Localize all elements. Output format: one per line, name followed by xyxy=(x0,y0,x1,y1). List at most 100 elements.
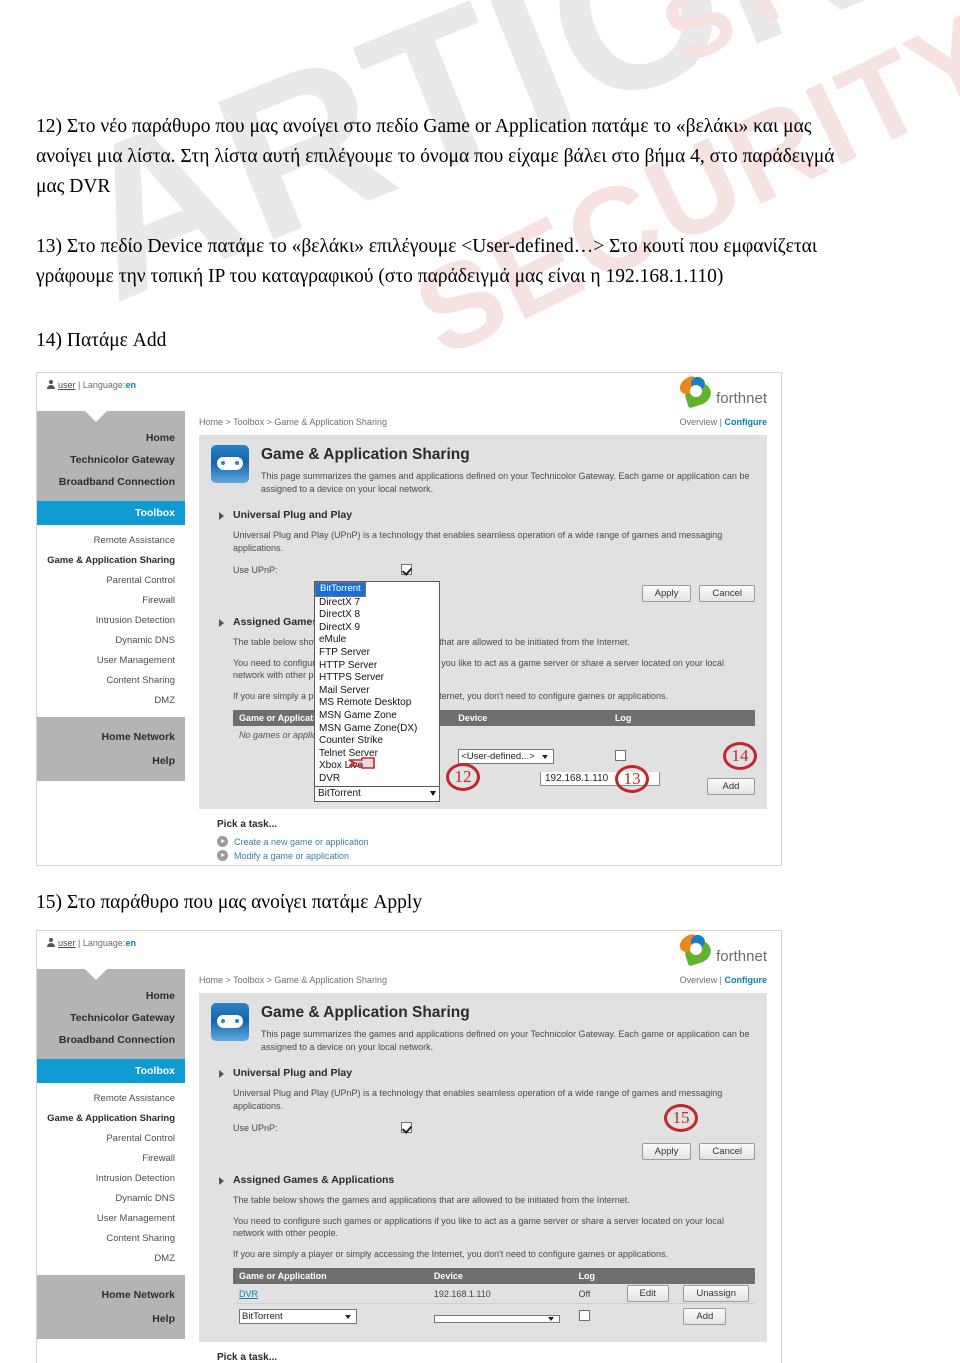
sidebar-item-content-sharing[interactable]: Content Sharing xyxy=(37,1229,175,1249)
sidebar-item-game-application-sharing[interactable]: Game & Application Sharing xyxy=(37,1109,175,1129)
dropdown-option-msn-game-zone-dx[interactable]: MSN Game Zone(DX) xyxy=(315,723,439,736)
dropdown-option-telnet-server[interactable]: Telnet Server xyxy=(315,748,439,761)
sidebar-item-remote-assistance[interactable]: Remote Assistance xyxy=(37,531,175,551)
dropdown-option-bittorrent[interactable]: BitTorrent xyxy=(315,582,366,597)
use-upnp-checkbox[interactable] xyxy=(401,564,412,575)
view-overview-link[interactable]: Overview xyxy=(680,975,718,985)
dropdown-option-ms-remote-desktop[interactable]: MS Remote Desktop xyxy=(315,697,439,710)
apply-button[interactable]: Apply xyxy=(641,1143,692,1160)
dropdown-option-directx-8[interactable]: DirectX 8 xyxy=(315,609,439,622)
table-empty-row: No games or applications assigned. xyxy=(233,726,755,744)
dropdown-option-http-server[interactable]: HTTP Server xyxy=(315,660,439,673)
dropdown-option-mail-server[interactable]: Mail Server xyxy=(315,685,439,698)
edit-button[interactable]: Edit xyxy=(626,1285,669,1302)
game-application-select-closed[interactable]: BitTorrent xyxy=(315,785,439,802)
chevron-down-icon xyxy=(430,791,436,796)
task-modify-game-link[interactable]: Modify a game or application xyxy=(234,851,349,861)
sidebar-item-toolbox[interactable]: Toolbox xyxy=(37,1059,185,1083)
language-value[interactable]: en xyxy=(125,380,136,390)
watermark-systems: SYSTEMS xyxy=(645,0,960,87)
row-game-link[interactable]: DVR xyxy=(239,1289,258,1299)
dropdown-option-dvr[interactable]: DVR xyxy=(315,773,439,786)
sidebar-item-technicolor-gateway[interactable]: Technicolor Gateway xyxy=(37,449,175,471)
add-button[interactable]: Add xyxy=(707,778,755,795)
forthnet-swoosh-icon xyxy=(676,374,714,409)
device-select[interactable]: <User-defined...> xyxy=(458,749,555,764)
sidebar-item-intrusion-detection[interactable]: Intrusion Detection xyxy=(37,611,175,631)
sidebar-item-home[interactable]: Home xyxy=(37,985,175,1007)
table-add-row: BitTorrent Add xyxy=(233,1304,755,1329)
sidebar-item-remote-assistance[interactable]: Remote Assistance xyxy=(37,1089,175,1109)
sidebar-item-parental-control[interactable]: Parental Control xyxy=(37,1129,175,1149)
sidebar-item-user-management[interactable]: User Management xyxy=(37,1209,175,1229)
breadcrumb-bar: Home > Toolbox > Game & Application Shar… xyxy=(199,969,767,993)
assigned-p2: You need to configure such games or appl… xyxy=(233,1215,724,1239)
game-application-dropdown-open[interactable]: BitTorrent DirectX 7 DirectX 8 DirectX 9… xyxy=(314,581,440,803)
table-row: DVR 192.168.1.110 Off Edit Unassign xyxy=(233,1284,755,1304)
step-14-paragraph: 14) Πατάμε Add xyxy=(36,330,167,351)
breadcrumb[interactable]: Home > Toolbox > Game & Application Shar… xyxy=(199,417,387,427)
sidebar-item-dynamic-dns[interactable]: Dynamic DNS xyxy=(37,1189,175,1209)
add-row-game-select[interactable]: BitTorrent xyxy=(239,1309,357,1324)
cancel-button[interactable]: Cancel xyxy=(699,1143,755,1160)
view-overview-link[interactable]: Overview xyxy=(680,417,718,427)
topbar-separator: | xyxy=(78,938,81,948)
view-configure-link[interactable]: Configure xyxy=(725,975,768,985)
sidebar-item-broadband-connection[interactable]: Broadband Connection xyxy=(37,471,175,493)
assigned-heading: Assigned Games & Applications xyxy=(233,616,755,628)
task-modify-game[interactable]: Modify a game or application xyxy=(217,850,767,861)
sidebar-item-help[interactable]: Help xyxy=(37,749,175,773)
column-device: Device xyxy=(427,1268,573,1284)
assigned-table: Game or Application Device Log No games … xyxy=(233,710,755,768)
user-link[interactable]: user xyxy=(58,380,76,390)
sidebar-item-firewall[interactable]: Firewall xyxy=(37,1149,175,1169)
dropdown-option-msn-game-zone[interactable]: MSN Game Zone xyxy=(315,710,439,723)
dropdown-option-ftp-server[interactable]: FTP Server xyxy=(315,647,439,660)
dropdown-option-https-server[interactable]: HTTPS Server xyxy=(315,672,439,685)
sidebar-item-parental-control[interactable]: Parental Control xyxy=(37,571,175,591)
log-checkbox[interactable] xyxy=(614,750,626,761)
dropdown-option-counter-strike[interactable]: Counter Strike xyxy=(315,735,439,748)
assigned-section: Assigned Games & Applications The table … xyxy=(233,616,755,795)
page-title: Game & Application Sharing xyxy=(261,446,470,463)
add-row-spacer-cell xyxy=(621,1304,678,1329)
add-row-device-select[interactable] xyxy=(433,1314,560,1323)
sidebar-item-content-sharing[interactable]: Content Sharing xyxy=(37,671,175,691)
use-upnp-checkbox[interactable] xyxy=(401,1122,412,1133)
sidebar-toolbox-submenu: Remote Assistance Game & Application Sha… xyxy=(37,525,185,717)
sidebar-item-game-application-sharing[interactable]: Game & Application Sharing xyxy=(37,551,175,571)
user-icon xyxy=(47,380,55,389)
sidebar-item-help[interactable]: Help xyxy=(37,1307,175,1331)
dropdown-option-directx-9[interactable]: DirectX 9 xyxy=(315,622,439,635)
unassign-button[interactable]: Unassign xyxy=(683,1285,749,1302)
task-create-game-link[interactable]: Create a new game or application xyxy=(234,837,369,847)
sidebar-item-technicolor-gateway[interactable]: Technicolor Gateway xyxy=(37,1007,175,1029)
dropdown-option-xbox-live[interactable]: Xbox Live xyxy=(315,760,439,773)
breadcrumb[interactable]: Home > Toolbox > Game & Application Shar… xyxy=(199,975,387,985)
add-button[interactable]: Add xyxy=(683,1308,727,1325)
cancel-button[interactable]: Cancel xyxy=(699,585,755,602)
dropdown-option-emule[interactable]: eMule xyxy=(315,634,439,647)
forthnet-wordmark: forthnet xyxy=(716,948,767,965)
sidebar-item-home-network[interactable]: Home Network xyxy=(37,1283,175,1307)
apply-button[interactable]: Apply xyxy=(641,585,692,602)
sidebar-item-dynamic-dns[interactable]: Dynamic DNS xyxy=(37,631,175,651)
sidebar-item-dmz[interactable]: DMZ xyxy=(37,691,175,711)
sidebar-item-firewall[interactable]: Firewall xyxy=(37,591,175,611)
view-configure-link[interactable]: Configure xyxy=(725,417,768,427)
sidebar-item-user-management[interactable]: User Management xyxy=(37,651,175,671)
sidebar-item-dmz[interactable]: DMZ xyxy=(37,1249,175,1269)
task-create-game[interactable]: Create a new game or application xyxy=(217,836,767,847)
dropdown-option-directx-7[interactable]: DirectX 7 xyxy=(315,597,439,610)
sidebar-item-home-network[interactable]: Home Network xyxy=(37,725,175,749)
sidebar-item-broadband-connection[interactable]: Broadband Connection xyxy=(37,1029,175,1051)
sidebar-item-intrusion-detection[interactable]: Intrusion Detection xyxy=(37,1169,175,1189)
sidebar-top-group: Home Technicolor Gateway Broadband Conne… xyxy=(37,969,185,1059)
add-row-log-cell xyxy=(573,1304,621,1329)
language-value[interactable]: en xyxy=(125,938,136,948)
user-link[interactable]: user xyxy=(58,938,76,948)
sidebar-item-toolbox[interactable]: Toolbox xyxy=(37,501,185,525)
log-checkbox[interactable] xyxy=(578,1310,590,1321)
sidebar-item-home[interactable]: Home xyxy=(37,427,175,449)
red-arrow-annotation-dvr xyxy=(348,757,375,769)
